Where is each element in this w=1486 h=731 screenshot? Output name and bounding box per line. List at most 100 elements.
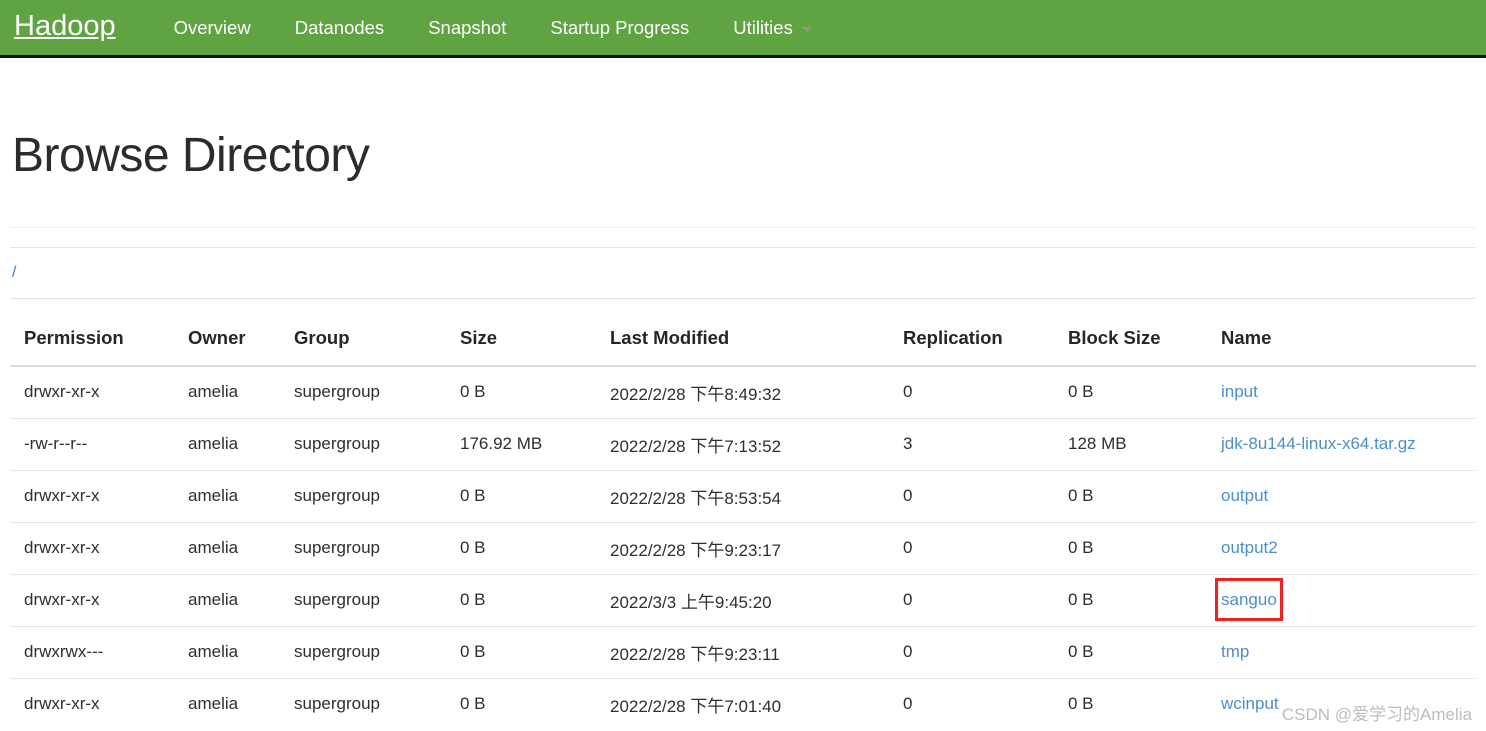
nav-item-label: Overview <box>173 16 251 38</box>
cell-last-modified: 2022/2/28 下午9:23:11 <box>596 626 889 679</box>
column-header-name[interactable]: Name <box>1207 312 1476 367</box>
nav-item-startup-progress[interactable]: Startup Progress <box>528 17 711 39</box>
cell-name: output2 <box>1207 522 1476 575</box>
cell-size: 176.92 MB <box>446 418 596 471</box>
cell-replication: 0 <box>903 694 913 714</box>
cell-block-size: 0 B <box>1054 470 1207 523</box>
cell-permission: -rw-r--r-- <box>10 418 174 471</box>
cell-permission: drwxr-xr-x <box>10 470 174 523</box>
navbar-links: Overview Datanodes Snapshot Startup Progres… <box>152 17 834 39</box>
cell-name: output <box>1207 470 1476 523</box>
title-divider <box>10 226 1476 228</box>
nav-item-label: Datanodes <box>294 16 385 38</box>
cell-name: input <box>1207 365 1476 419</box>
cell-owner: amelia <box>174 418 280 471</box>
cell-permission: drwxr-xr-x <box>10 522 174 575</box>
directory-listing-table: Permission Owner Group Size Last Modified Rep… <box>10 312 1476 730</box>
cell-block-size: 0 B <box>1054 626 1207 679</box>
nav-item-utilities[interactable]: Utilities <box>711 17 834 39</box>
cell-last-modified: 2022/2/28 下午7:01:40 <box>610 696 782 716</box>
nav-item-overview[interactable]: Overview <box>152 17 273 39</box>
cell-name: tmp <box>1207 626 1476 679</box>
cell-last-modified: 2022/2/28 下午7:13:52 <box>596 418 889 471</box>
cell-block-size: 0 B <box>1054 522 1207 575</box>
cell-replication: 0 <box>889 470 1054 523</box>
table-row: drwxrwx--- amelia supergroup 0 B 2022/2/28 下… <box>10 626 1476 679</box>
cell-owner: amelia <box>188 694 239 714</box>
cell-replication: 3 <box>889 418 1054 471</box>
cell-last-modified: 2022/3/3 上午9:45:20 <box>596 574 889 627</box>
file-link[interactable]: tmp <box>1221 642 1249 661</box>
table-row: drwxr-xr-x amelia supergroup 0 B 2022/2/28 下… <box>10 470 1476 523</box>
page-content: Browse Directory / Permission Owner Group S… <box>0 129 1486 730</box>
table-header-row: Permission Owner Group Size Last Modified Rep… <box>10 312 1476 367</box>
cell-last-modified: 2022/2/28 下午9:23:17 <box>596 522 889 575</box>
cell-block-size: 0 B <box>1054 574 1207 627</box>
table-row: -rw-r--r-- amelia supergroup 176.92 MB 2022/… <box>10 418 1476 471</box>
cell-group: supergroup <box>280 470 446 523</box>
cell-size: 0 B <box>446 470 596 523</box>
cell-name: sanguo <box>1207 574 1476 627</box>
cell-owner: amelia <box>174 522 280 575</box>
cell-replication: 0 <box>889 626 1054 679</box>
cell-owner: amelia <box>174 365 280 419</box>
column-header-group[interactable]: Group <box>280 312 446 367</box>
chevron-down-icon <box>801 27 812 32</box>
breadcrumb: / <box>10 246 1476 299</box>
top-navbar: Hadoop Overview Datanodes Snapshot Startup … <box>0 0 1486 58</box>
table-body: drwxr-xr-x amelia supergroup 0 B 2022/2/28 下… <box>10 365 1476 730</box>
watermark-text: CSDN @爱学习的Amelia <box>1281 705 1472 724</box>
cell-permission: drwxrwx--- <box>10 626 174 679</box>
file-link[interactable]: input <box>1221 382 1258 401</box>
cell-permission: drwxr-xr-x <box>10 574 174 627</box>
cell-block-size: 0 B <box>1068 694 1094 714</box>
cell-owner: amelia <box>174 626 280 679</box>
cell-group: supergroup <box>280 418 446 471</box>
cell-owner: amelia <box>174 574 280 627</box>
column-header-size[interactable]: Size <box>446 312 596 367</box>
cell-group: supergroup <box>280 574 446 627</box>
nav-item-label: Snapshot <box>428 16 507 38</box>
cell-name: jdk-8u144-linux-x64.tar.gz <box>1207 418 1476 471</box>
cell-block-size: 128 MB <box>1054 418 1207 471</box>
column-header-permission[interactable]: Permission <box>10 312 174 367</box>
cell-permission: drwxr-xr-x <box>10 365 174 419</box>
cell-group: supergroup <box>280 365 446 419</box>
cell-size: 0 B <box>446 365 596 419</box>
table-row: drwxr-xr-x amelia supergroup 0 B 2022/2/28 下… <box>10 678 1476 730</box>
column-header-last-modified[interactable]: Last Modified <box>596 312 889 367</box>
cell-replication: 0 <box>889 522 1054 575</box>
nav-item-snapshot[interactable]: Snapshot <box>406 17 528 39</box>
nav-item-label: Utilities <box>733 16 793 38</box>
file-link[interactable]: wcinput <box>1221 694 1279 713</box>
cell-owner: amelia <box>174 470 280 523</box>
nav-item-datanodes[interactable]: Datanodes <box>273 17 406 39</box>
cell-last-modified: 2022/2/28 下午8:53:54 <box>596 470 889 523</box>
cell-size: 0 B <box>460 694 486 714</box>
hadoop-brand-link[interactable]: Hadoop <box>10 12 130 43</box>
file-link[interactable]: output2 <box>1221 538 1278 557</box>
column-header-block-size[interactable]: Block Size <box>1054 312 1207 367</box>
cell-last-modified: 2022/2/28 下午8:49:32 <box>596 365 889 419</box>
file-link[interactable]: sanguo <box>1221 590 1277 609</box>
file-link[interactable]: jdk-8u144-linux-x64.tar.gz <box>1221 434 1416 453</box>
cell-group: supergroup <box>294 694 381 714</box>
cell-group: supergroup <box>280 522 446 575</box>
column-header-owner[interactable]: Owner <box>174 312 280 367</box>
cell-size: 0 B <box>446 522 596 575</box>
nav-item-label: Startup Progress <box>550 16 690 38</box>
cell-replication: 0 <box>889 574 1054 627</box>
column-header-replication[interactable]: Replication <box>889 312 1054 367</box>
cell-permission: drwxr-xr-x <box>24 694 100 714</box>
cell-replication: 0 <box>889 365 1054 419</box>
cell-block-size: 0 B <box>1054 365 1207 419</box>
table-header: Permission Owner Group Size Last Modified Rep… <box>10 312 1476 367</box>
table-row: drwxr-xr-x amelia supergroup 0 B 2022/3/3 上午… <box>10 574 1476 627</box>
cell-size: 0 B <box>446 574 596 627</box>
cell-group: supergroup <box>280 626 446 679</box>
file-link[interactable]: output <box>1221 486 1268 505</box>
cell-size: 0 B <box>446 626 596 679</box>
table-row: drwxr-xr-x amelia supergroup 0 B 2022/2/28 下… <box>10 522 1476 575</box>
breadcrumb-root-link[interactable]: / <box>12 264 16 282</box>
page-title: Browse Directory <box>12 129 370 182</box>
